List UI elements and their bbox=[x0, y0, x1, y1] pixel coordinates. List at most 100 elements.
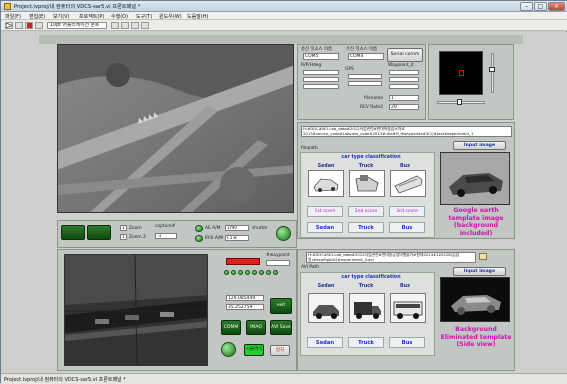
lower-result-bus: Bus bbox=[389, 337, 425, 348]
gps-field-1 bbox=[348, 74, 382, 79]
kahn-field-2 bbox=[303, 77, 339, 82]
lower-col-sedan: Sedan bbox=[317, 284, 335, 289]
menu-project[interactable]: 프로젝트(P) bbox=[79, 13, 104, 20]
status-led-3 bbox=[238, 270, 243, 275]
imaq-button[interactable]: IMAQ bbox=[246, 320, 266, 335]
close-button[interactable]: × bbox=[548, 2, 565, 11]
resize-objects-icon[interactable] bbox=[131, 22, 139, 29]
upper-result-truck: Truck bbox=[348, 222, 384, 233]
upper-input-image bbox=[440, 152, 510, 205]
camera-status-led bbox=[276, 226, 291, 241]
status-led-4 bbox=[245, 270, 250, 275]
road-camera-image bbox=[64, 254, 208, 366]
status-led-7 bbox=[266, 270, 271, 275]
latitude-field[interactable]: 129.085449 bbox=[226, 295, 264, 301]
zoom2-field[interactable]: 1 bbox=[120, 234, 127, 240]
pause-icon[interactable] bbox=[35, 22, 43, 29]
avi-save-button[interactable]: AVI Save bbox=[270, 320, 292, 335]
menu-window[interactable]: 윈도우(W) bbox=[159, 13, 182, 20]
upper-input-image-button[interactable]: Input image bbox=[453, 141, 506, 150]
longitude-field[interactable]: 35.252759 bbox=[226, 304, 264, 310]
distribute-objects-icon[interactable] bbox=[121, 22, 129, 29]
camera-control-bar: 1 Zoom 1 Zoom 2 capture# -1 AE A/M IRIS … bbox=[57, 220, 297, 248]
run-arrow-icon[interactable] bbox=[5, 22, 13, 29]
font-select[interactable]: 10pt 어플리케이션 폰트 bbox=[47, 22, 107, 29]
comm-button[interactable]: COMM bbox=[221, 320, 241, 335]
menu-view[interactable]: 보기(V) bbox=[53, 13, 70, 20]
gps-field-2 bbox=[348, 81, 382, 86]
simulation-button[interactable]: 시뮬레이 bbox=[244, 344, 264, 356]
iris-value-field[interactable]: F1.8 bbox=[225, 235, 249, 241]
horizontal-slider-thumb[interactable] bbox=[457, 99, 462, 105]
title-bar: Project.lvproj/내 컴퓨터의 VDCS-sar5.vi 프론트패널… bbox=[1, 1, 567, 12]
zoom2-label: Zoom 2 bbox=[129, 235, 146, 240]
lower-input-image-button[interactable]: Input image bbox=[453, 267, 506, 276]
tx-com-select[interactable]: COM5 bbox=[303, 53, 339, 60]
rcv-rate-label: RCV Rate2 bbox=[360, 105, 384, 110]
capture-field[interactable]: -1 bbox=[155, 233, 177, 239]
filepath-field[interactable]: H:#DOC#W1.Lab_data#2012사업관련#현대하중합국자료2013… bbox=[301, 126, 512, 137]
zoom-field[interactable]: 1 bbox=[120, 225, 127, 231]
run-continuously-icon[interactable] bbox=[15, 22, 23, 29]
waypoint-it-label: Waypoint_it bbox=[388, 63, 414, 68]
lower-col-truck: Truck bbox=[358, 284, 374, 289]
rcv-rate-field[interactable]: 20 bbox=[389, 104, 419, 110]
reorder-icon[interactable] bbox=[141, 22, 149, 29]
stop-button[interactable]: 정지 bbox=[270, 345, 290, 356]
iris-toggle[interactable] bbox=[195, 235, 203, 242]
rx-com-select[interactable]: COM4 bbox=[348, 53, 384, 60]
align-objects-icon[interactable] bbox=[111, 22, 119, 29]
lower-bus-template bbox=[390, 293, 426, 323]
serial-comm-button[interactable]: Serial comm bbox=[387, 48, 423, 62]
status-bar: Project.lvproj/내 컴퓨터의 VDCS-sar5.vi 프론트패널… bbox=[1, 373, 567, 384]
menu-bar: 파일(F) 편집(E) 보기(V) 프로젝트(P) 수행(O) 도구(T) 윈도… bbox=[1, 12, 567, 20]
waypoint-field[interactable] bbox=[266, 260, 290, 266]
waypoint-field-2 bbox=[389, 77, 419, 82]
menu-file[interactable]: 파일(F) bbox=[5, 13, 21, 20]
lower-col-bus: Bus bbox=[400, 284, 410, 289]
upper-col-truck: Truck bbox=[358, 164, 374, 169]
capture-label: capture# bbox=[155, 224, 176, 229]
vertical-slider-track[interactable] bbox=[491, 53, 494, 93]
filename-field[interactable]: 1 bbox=[389, 95, 419, 101]
upper-col-bus: Bus bbox=[400, 164, 410, 169]
waypoint-indicator bbox=[226, 258, 260, 265]
kahn-field-1 bbox=[303, 70, 339, 75]
browse-folder-icon[interactable] bbox=[479, 253, 487, 260]
labview-app-icon bbox=[4, 3, 11, 10]
status-led-5 bbox=[252, 270, 257, 275]
filepath-label: filepath bbox=[301, 146, 318, 151]
lower-result-sedan: Sedan bbox=[307, 337, 343, 348]
lower-video-panel: #waypoint 129.085449 35.252759 exit COMM… bbox=[57, 249, 297, 371]
maximize-button[interactable]: □ bbox=[534, 2, 547, 11]
minimize-button[interactable]: – bbox=[520, 2, 533, 11]
menu-tools[interactable]: 도구(T) bbox=[136, 13, 152, 20]
kahn-field-3 bbox=[303, 84, 339, 89]
lower-classification-panel: H:#DOC#W1.Lab_data#2012사업관련#현대중공업비행물가#현대… bbox=[297, 249, 515, 371]
menu-operate[interactable]: 수행(O) bbox=[111, 13, 128, 20]
upper-second-score: 2nd score bbox=[348, 206, 384, 217]
window-title: Project.lvproj/내 컴퓨터의 VDCS-sar5.vi 프론트패널… bbox=[14, 4, 141, 10]
zoom-label: Zoom bbox=[129, 226, 142, 231]
exit-button[interactable]: exit bbox=[270, 298, 292, 314]
upper-classification-box: car type classification Sedan Truck Bus … bbox=[300, 152, 435, 238]
radar-panel bbox=[428, 44, 514, 120]
upper-bus-template bbox=[390, 170, 426, 197]
vertical-slider-thumb[interactable] bbox=[489, 67, 495, 72]
ae-label: AE A/M bbox=[205, 226, 221, 231]
run-status-led bbox=[221, 342, 236, 357]
abort-stop-icon[interactable] bbox=[25, 22, 33, 29]
aerial-camera-image: ▲▲▲▲ bbox=[57, 44, 294, 213]
filename-label: filename bbox=[364, 96, 384, 101]
status-led-1 bbox=[224, 270, 229, 275]
menu-edit[interactable]: 편집(E) bbox=[29, 13, 45, 20]
avi-path-field[interactable]: H:#DOC#W1.Lab_data#2012사업관련#현대중공업비행물가#현대… bbox=[306, 252, 476, 263]
lower-result-truck: Truck bbox=[348, 337, 384, 348]
shutter-field[interactable]: 1/90 bbox=[225, 225, 249, 231]
camera-button-2[interactable] bbox=[87, 225, 111, 240]
camera-button-1[interactable] bbox=[61, 225, 85, 240]
upper-classification-panel: H:#DOC#W1.Lab_data#2012사업관련#현대하중합국자료2013… bbox=[297, 122, 515, 239]
rx-source-label: 수신 직소스 이름 bbox=[346, 47, 378, 52]
ae-toggle[interactable] bbox=[195, 225, 203, 232]
menu-help[interactable]: 도움말(H) bbox=[187, 13, 208, 20]
